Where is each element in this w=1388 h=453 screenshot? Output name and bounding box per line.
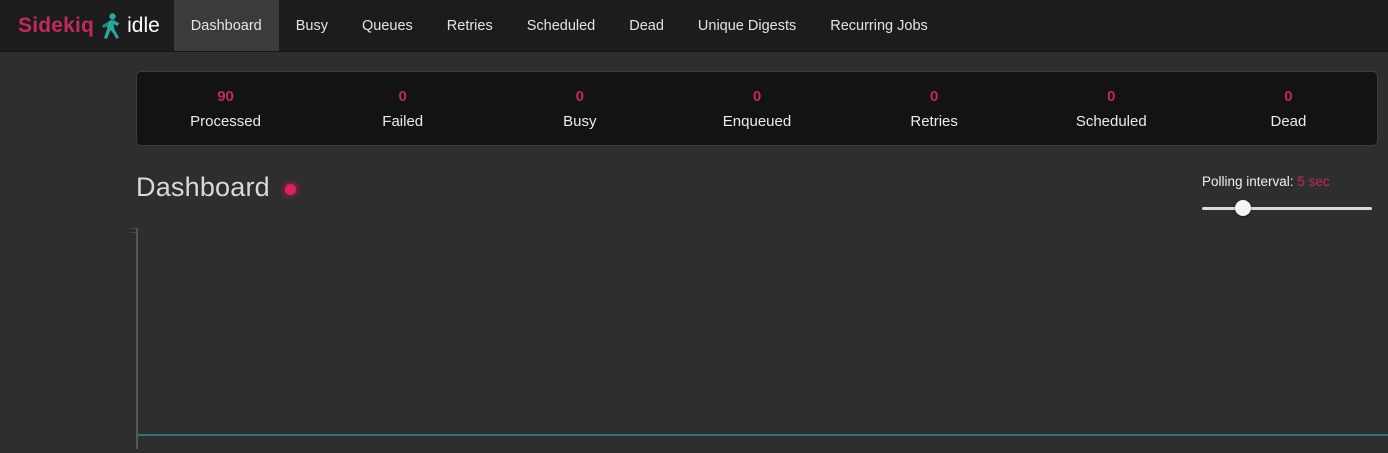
stat-busy-value: 0	[491, 88, 668, 106]
stat-retries[interactable]: 0 Retries	[846, 88, 1023, 130]
stat-scheduled[interactable]: 0 Scheduled	[1023, 88, 1200, 130]
polling-interval-label: Polling interval:	[1202, 174, 1297, 189]
nav-items: Dashboard Busy Queues Retries Scheduled …	[174, 0, 945, 51]
polling-interval-slider[interactable]	[1202, 200, 1378, 216]
stat-enqueued-label: Enqueued	[668, 113, 845, 130]
page-title-wrap: Dashboard	[136, 172, 296, 203]
stat-processed[interactable]: 90 Processed	[137, 88, 314, 130]
brand[interactable]: Sidekiq idle	[0, 0, 174, 51]
nav-item-retries[interactable]: Retries	[430, 0, 510, 51]
stat-scheduled-label: Scheduled	[1023, 113, 1200, 130]
nav-item-queues[interactable]: Queues	[345, 0, 430, 51]
brand-name: Sidekiq	[18, 14, 94, 38]
stat-busy[interactable]: 0 Busy	[491, 88, 668, 130]
polling-interval-value: 5 sec	[1297, 174, 1329, 189]
stat-failed-label: Failed	[314, 113, 491, 130]
polling-interval-control: Polling interval: 5 sec	[1202, 172, 1378, 216]
nav-item-recurring-jobs[interactable]: Recurring Jobs	[813, 0, 945, 51]
nav-item-scheduled[interactable]: Scheduled	[510, 0, 613, 51]
top-navbar: Sidekiq idle Dashboard Busy Queues Retri…	[0, 0, 1388, 52]
brand-status: idle	[127, 14, 160, 38]
chart-axis-tick	[130, 232, 137, 233]
stat-failed[interactable]: 0 Failed	[314, 88, 491, 130]
stat-enqueued[interactable]: 0 Enqueued	[668, 88, 845, 130]
stat-failed-value: 0	[314, 88, 491, 106]
live-beacon-icon	[285, 184, 296, 195]
stat-dead[interactable]: 0 Dead	[1200, 88, 1377, 130]
slider-track[interactable]	[1202, 207, 1372, 210]
realtime-chart	[136, 228, 1388, 449]
stat-dead-label: Dead	[1200, 113, 1377, 130]
stat-dead-value: 0	[1200, 88, 1377, 106]
stat-enqueued-value: 0	[668, 88, 845, 106]
stats-summary-bar: 90 Processed 0 Failed 0 Busy 0 Enqueued …	[136, 71, 1378, 146]
stat-busy-label: Busy	[491, 113, 668, 130]
stat-retries-label: Retries	[846, 113, 1023, 130]
chart-baseline-series	[138, 434, 1388, 436]
nav-item-dashboard[interactable]: Dashboard	[174, 0, 279, 51]
page-title: Dashboard	[136, 172, 270, 203]
slider-thumb[interactable]	[1235, 200, 1251, 216]
stat-scheduled-value: 0	[1023, 88, 1200, 106]
polling-interval-text: Polling interval: 5 sec	[1202, 174, 1378, 189]
sidekiq-runner-icon	[101, 12, 120, 40]
chart-axis-tick	[130, 228, 137, 229]
nav-item-busy[interactable]: Busy	[279, 0, 345, 51]
stat-processed-value: 90	[137, 88, 314, 106]
stat-retries-value: 0	[846, 88, 1023, 106]
stat-processed-label: Processed	[137, 113, 314, 130]
nav-item-unique-digests[interactable]: Unique Digests	[681, 0, 813, 51]
nav-item-dead[interactable]: Dead	[612, 0, 681, 51]
heading-row: Dashboard Polling interval: 5 sec	[136, 172, 1378, 216]
